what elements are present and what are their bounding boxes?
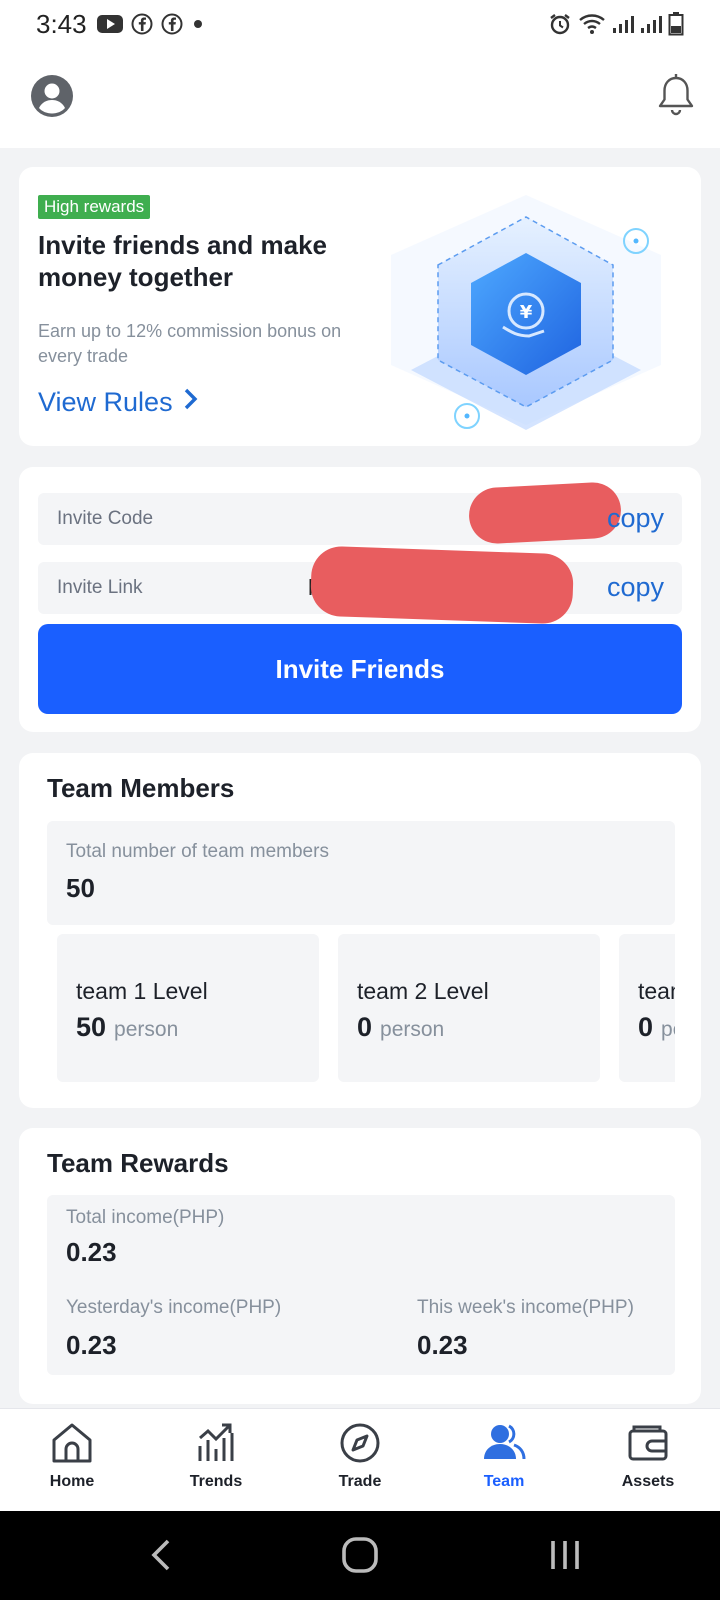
signal-icon — [640, 14, 662, 34]
wifi-icon — [578, 13, 606, 35]
bell-icon[interactable] — [656, 72, 696, 118]
rewards-box: Total income(PHP) 0.23 Yesterday's incom… — [47, 1195, 675, 1375]
invite-friends-button[interactable]: Invite Friends — [38, 624, 682, 714]
system-nav-bar — [0, 1511, 720, 1600]
total-members-label: Total number of team members — [66, 841, 329, 862]
invite-link-row: Invite Link h copy — [38, 545, 682, 625]
nav-team[interactable]: Team — [432, 1409, 576, 1511]
total-income-label: Total income(PHP) — [66, 1207, 225, 1228]
level-count: 0 — [357, 1012, 373, 1042]
recent-apps-icon[interactable] — [543, 1533, 587, 1577]
team-level-card[interactable]: team 1 Level 50 person — [57, 934, 319, 1082]
youtube-icon — [96, 14, 123, 34]
level-name: team 2 Level — [357, 978, 489, 1004]
back-icon[interactable] — [140, 1533, 184, 1577]
level-unit: person — [661, 1018, 675, 1041]
team-level-card[interactable]: team 3 Level 0 person — [619, 934, 675, 1082]
chevron-right-icon — [183, 387, 199, 418]
status-bar: 3:43 — [0, 0, 720, 48]
level-unit: person — [380, 1018, 445, 1041]
bottom-nav: Home Trends Trade Team Assets — [0, 1408, 720, 1511]
invite-link-label: Invite Link — [57, 577, 143, 598]
top-bar — [0, 48, 720, 148]
nav-home[interactable]: Home — [0, 1409, 144, 1511]
alarm-icon — [548, 12, 572, 36]
redacted-invite-link — [309, 545, 575, 625]
level-name: team 1 Level — [76, 978, 208, 1004]
nav-trends[interactable]: Trends — [144, 1409, 288, 1511]
nav-trends-label: Trends — [189, 1473, 243, 1490]
high-rewards-badge: High rewards — [38, 195, 151, 219]
redacted-invite-code — [467, 481, 623, 545]
status-time: 3:43 — [36, 8, 87, 39]
notification-dot-icon — [191, 17, 205, 31]
level-count: 50 — [76, 1012, 107, 1042]
total-members-value: 50 — [66, 873, 95, 903]
level-count: 0 — [638, 1012, 654, 1042]
trends-icon — [192, 1419, 240, 1467]
total-income-value: 0.23 — [66, 1237, 117, 1267]
week-income-label: This week's income(PHP) — [417, 1297, 634, 1318]
avatar-icon[interactable] — [30, 74, 74, 118]
invite-card: Invite Code copy Invite Link h copy Invi… — [19, 467, 701, 732]
team-level-card[interactable]: team 2 Level 0 person — [338, 934, 600, 1082]
team-members-card: Team Members Total number of team member… — [19, 753, 701, 1108]
compass-icon — [336, 1419, 384, 1467]
team-icon — [480, 1419, 528, 1467]
copy-invite-code-button[interactable]: copy — [607, 503, 664, 534]
nav-trade-label: Trade — [338, 1473, 382, 1490]
signal-icon — [612, 14, 634, 34]
nav-trade[interactable]: Trade — [288, 1409, 432, 1511]
nav-assets-label: Assets — [621, 1473, 675, 1490]
team-members-title: Team Members — [47, 773, 235, 803]
yesterday-income-value: 0.23 — [66, 1330, 117, 1360]
week-income-value: 0.23 — [417, 1330, 468, 1360]
svg-text:¥: ¥ — [520, 302, 533, 323]
hexagon-coin-illustration: ¥ — [391, 195, 661, 435]
view-rules-label: View Rules — [38, 387, 173, 417]
view-rules-link[interactable]: View Rules — [38, 387, 199, 418]
home-icon — [48, 1419, 96, 1467]
promo-subtitle: Earn up to 12% commission bonus on every… — [38, 321, 342, 366]
facebook-icon — [161, 13, 183, 35]
team-levels-scroller[interactable]: team 1 Level 50 person team 2 Level 0 pe… — [57, 934, 675, 1082]
copy-invite-link-button[interactable]: copy — [607, 572, 664, 603]
team-rewards-card: Team Rewards Total income(PHP) 0.23 Yest… — [19, 1128, 701, 1404]
nav-team-label: Team — [483, 1473, 525, 1490]
total-members-box: Total number of team members 50 — [47, 821, 675, 925]
home-circle-icon[interactable] — [338, 1533, 382, 1577]
invite-code-row: Invite Code copy — [38, 481, 682, 545]
facebook-icon — [131, 13, 153, 35]
nav-assets[interactable]: Assets — [576, 1409, 720, 1511]
wallet-icon — [624, 1419, 672, 1467]
level-name: team 3 Level — [638, 978, 675, 1004]
promo-title: Invite friends and make money together — [38, 230, 327, 292]
nav-home-label: Home — [49, 1473, 95, 1490]
promo-card: High rewards Invite friends and make mon… — [19, 167, 701, 446]
battery-icon — [668, 12, 684, 36]
team-rewards-title: Team Rewards — [47, 1148, 229, 1178]
invite-code-label: Invite Code — [57, 508, 154, 529]
yesterday-income-label: Yesterday's income(PHP) — [66, 1297, 282, 1318]
level-unit: person — [114, 1018, 179, 1041]
